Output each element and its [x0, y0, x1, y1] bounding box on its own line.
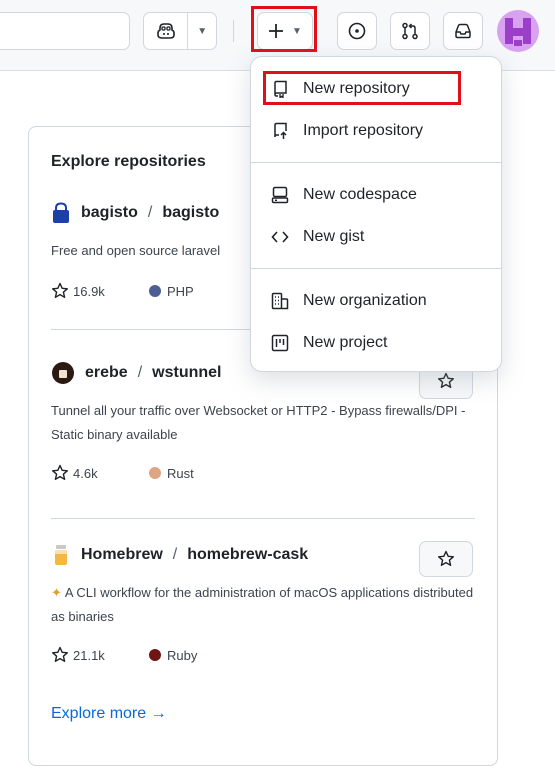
- search-input[interactable]: [0, 12, 130, 50]
- menu-item-label: New gist: [303, 228, 365, 245]
- menu-item-new-project[interactable]: New project: [251, 325, 501, 361]
- organization-icon: [271, 292, 289, 310]
- menu-item-label: New codespace: [303, 186, 417, 203]
- repo-language: Rust: [149, 466, 194, 481]
- explore-title: Explore repositories: [51, 153, 206, 170]
- pull-requests-button[interactable]: [390, 12, 430, 50]
- repo-star-count: 21.1k: [73, 647, 105, 663]
- repo-owner-link[interactable]: erebe: [85, 364, 128, 382]
- header-divider: [233, 20, 234, 42]
- repo-separator: /: [137, 364, 143, 381]
- language-color-dot: [149, 467, 161, 479]
- repo-item: erebe / wstunnel Tunnel all your traffic…: [51, 359, 481, 483]
- create-button-highlight: [251, 6, 317, 52]
- star-icon: [438, 550, 454, 566]
- repo-stars: 16.9k: [51, 282, 149, 300]
- repo-language-name: Ruby: [167, 647, 198, 663]
- repo-owner-link[interactable]: bagisto: [81, 204, 138, 222]
- repo-stars: 21.1k: [51, 646, 149, 664]
- repo-star-count: 16.9k: [73, 283, 105, 299]
- user-avatar[interactable]: [497, 10, 539, 52]
- copilot-dropdown-button[interactable]: ▼: [188, 13, 216, 49]
- repo-separator: /: [172, 546, 178, 563]
- menu-item-label: New project: [303, 334, 388, 351]
- bagisto-avatar-icon: [53, 202, 69, 223]
- erebe-avatar-icon: [52, 362, 74, 384]
- repo-meta: 21.1k Ruby: [51, 645, 481, 665]
- sparkle-emoji-icon: ✦: [51, 585, 62, 600]
- code-icon: [271, 228, 289, 246]
- menu-item-label: Import repository: [303, 122, 424, 139]
- explore-more-link[interactable]: Explore more →: [51, 705, 167, 723]
- chevron-down-icon: ▼: [197, 25, 208, 37]
- star-icon: [52, 282, 68, 298]
- menu-item-new-gist[interactable]: New gist: [251, 219, 501, 255]
- language-color-dot: [149, 285, 161, 297]
- repo-owner-link[interactable]: Homebrew: [81, 546, 163, 564]
- copilot-button[interactable]: [144, 13, 189, 49]
- star-button[interactable]: [419, 541, 473, 577]
- identicon-icon: [505, 18, 531, 46]
- new-repository-highlight: [263, 71, 461, 105]
- star-icon: [52, 464, 68, 480]
- star-icon: [52, 646, 68, 662]
- repo-description: ✦ A CLI workflow for the administration …: [51, 581, 481, 629]
- repo-language-name: PHP: [167, 283, 194, 299]
- repo-star-count: 4.6k: [73, 465, 98, 481]
- repo-heading: Homebrew / homebrew-cask: [51, 541, 481, 569]
- repo-stars: 4.6k: [51, 464, 149, 482]
- repo-item: Homebrew / homebrew-cask ✦ A CLI workflo…: [51, 541, 481, 665]
- repo-language: Ruby: [149, 648, 197, 663]
- repo-language: PHP: [149, 284, 194, 299]
- issues-button[interactable]: [337, 12, 377, 50]
- codespaces-icon: [271, 186, 289, 204]
- menu-item-new-codespace[interactable]: New codespace: [251, 177, 501, 213]
- inbox-button[interactable]: [443, 12, 483, 50]
- inbox-icon: [455, 23, 471, 39]
- menu-divider: [251, 162, 501, 163]
- star-icon: [438, 372, 454, 388]
- repo-description: Tunnel all your traffic over Websocket o…: [51, 403, 466, 442]
- repo-separator: /: [147, 204, 153, 221]
- repo-name-link[interactable]: wstunnel: [152, 364, 221, 382]
- menu-item-new-organization[interactable]: New organization: [251, 283, 501, 319]
- git-pull-request-icon: [402, 22, 418, 40]
- copilot-button-group: ▼: [143, 12, 217, 50]
- menu-item-import-repository[interactable]: Import repository: [251, 113, 501, 149]
- repo-name-link[interactable]: homebrew-cask: [187, 546, 308, 564]
- repo-language-name: Rust: [167, 465, 194, 481]
- menu-item-label: New organization: [303, 292, 427, 309]
- menu-divider: [251, 268, 501, 269]
- issue-opened-icon: [348, 22, 366, 40]
- copilot-icon: [156, 23, 175, 39]
- homebrew-avatar-icon: [55, 545, 67, 565]
- repo-name-link[interactable]: bagisto: [162, 204, 219, 222]
- repo-divider: [51, 518, 475, 519]
- project-icon: [271, 334, 289, 352]
- repo-push-icon: [271, 122, 289, 140]
- repo-description-text: A CLI workflow for the administration of…: [51, 585, 474, 624]
- repo-meta: 4.6k Rust: [51, 463, 481, 483]
- language-color-dot: [149, 649, 161, 661]
